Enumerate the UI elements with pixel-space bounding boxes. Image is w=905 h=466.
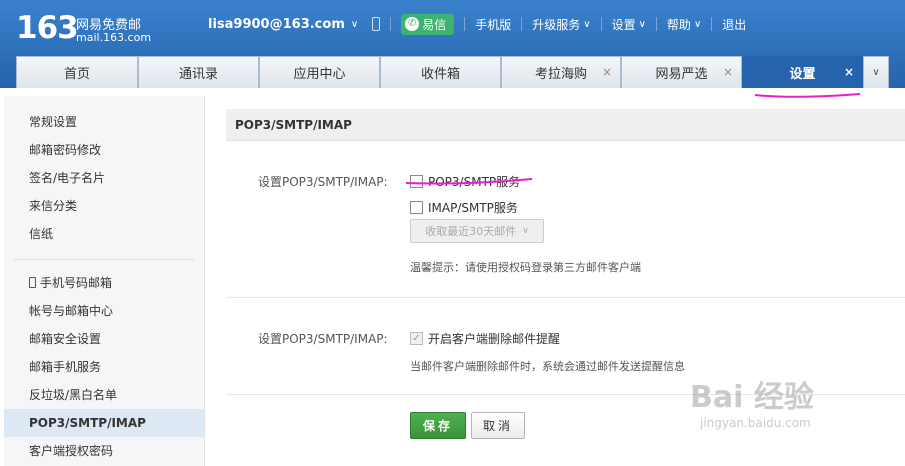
baidu-jingyan-watermark: Bai 经验 jingyan.baidu.com: [690, 372, 814, 430]
delete-notify-text: 开启客户端删除邮件提醒: [428, 332, 561, 346]
imap-smtp-checkbox[interactable]: [410, 201, 423, 214]
delete-notify-hint: 当邮件客户端删除邮件时，系统会通过邮件发送提醒信息: [410, 360, 685, 373]
sidebar-item-signature[interactable]: 签名/电子名片: [4, 164, 204, 192]
tab-label: 考拉海购: [534, 67, 587, 82]
cancel-button[interactable]: 取消: [471, 412, 525, 439]
imap-smtp-label: IMAP/SMTP服务: [428, 201, 518, 215]
divider: [711, 17, 713, 31]
fetch-range-value: 收取最近30天邮件: [425, 225, 517, 238]
protocol-section: 设置POP3/SMTP/IMAP: POP3/SMTP服务 IMAP/SMTP服…: [226, 141, 905, 298]
help-link[interactable]: 帮助: [667, 16, 691, 33]
sidebar-item-account-center[interactable]: 帐号与邮箱中心: [4, 297, 204, 325]
logout-link[interactable]: 退出: [722, 16, 746, 33]
yixin-button[interactable]: ✆ 易信: [401, 13, 455, 35]
tab-contacts[interactable]: 通讯录: [138, 56, 259, 88]
tab-home[interactable]: 首页: [16, 56, 138, 88]
phone-icon[interactable]: [372, 17, 381, 31]
tab-label: 应用中心: [293, 67, 346, 82]
imap-smtp-option[interactable]: IMAP/SMTP服务: [410, 199, 518, 216]
settings-link[interactable]: 设置: [612, 16, 636, 33]
logo-number: 163: [16, 10, 79, 46]
phone-icon: [29, 277, 36, 288]
tab-yanxuan[interactable]: 网易严选 ×: [621, 56, 742, 88]
chevron-down-icon[interactable]: ∨: [583, 19, 590, 30]
divider: [600, 17, 602, 31]
chevron-down-icon[interactable]: ∨: [351, 19, 358, 30]
tab-settings[interactable]: 设置 ×: [742, 56, 863, 88]
tab-label: 首页: [63, 67, 90, 82]
tab-label: 设置: [789, 67, 816, 82]
tab-more-button[interactable]: ∨: [863, 56, 889, 88]
save-button[interactable]: 保存: [410, 412, 466, 439]
chevron-down-icon: ∨: [522, 226, 529, 236]
sidebar-item-general[interactable]: 常规设置: [4, 108, 204, 136]
watermark-url: jingyan.baidu.com: [700, 416, 811, 430]
sidebar-item-phone-mailbox[interactable]: 手机号码邮箱: [4, 269, 204, 297]
sidebar-item-stationery[interactable]: 信纸: [4, 220, 204, 248]
tab-inbox[interactable]: 收件箱: [380, 56, 501, 88]
tab-label: 收件箱: [420, 67, 460, 82]
sidebar-item-password[interactable]: 邮箱密码修改: [4, 136, 204, 164]
protocol-label: 设置POP3/SMTP/IMAP:: [258, 175, 388, 189]
sidebar-item-security[interactable]: 邮箱安全设置: [4, 325, 204, 353]
close-icon[interactable]: ×: [602, 65, 612, 79]
page-title: POP3/SMTP/IMAP: [226, 109, 905, 141]
divider: [655, 17, 657, 31]
close-icon[interactable]: ×: [844, 65, 854, 79]
watermark-logo: Bai 经验: [690, 380, 814, 415]
tab-app-center[interactable]: 应用中心: [259, 56, 380, 88]
upgrade-link[interactable]: 升级服务: [532, 16, 580, 33]
chevron-down-icon: ∨: [872, 67, 880, 78]
tab-label: 通讯录: [178, 67, 218, 82]
sidebar-divider: [14, 259, 194, 260]
user-email[interactable]: lisa9900@163.com: [208, 17, 345, 32]
sidebar-item-label: 手机号码邮箱: [40, 276, 113, 290]
sidebar-item-pop3-smtp-imap[interactable]: POP3/SMTP/IMAP: [4, 409, 204, 437]
header: 163 网易免费邮 mail.163.com lisa9900@163.com …: [0, 0, 905, 88]
yixin-label: 易信: [422, 17, 447, 32]
logo-domain: mail.163.com: [76, 31, 152, 44]
tab-label: 网易严选: [655, 67, 708, 82]
fetch-range-select[interactable]: 收取最近30天邮件 ∨: [410, 219, 544, 243]
top-nav: lisa9900@163.com ∨ ✆ 易信 手机版 升级服务 ∨ 设置 ∨ …: [208, 13, 746, 35]
divider: [521, 17, 523, 31]
delete-notify-checkbox[interactable]: ✓: [410, 332, 423, 345]
sidebar-item-filters[interactable]: 来信分类: [4, 192, 204, 220]
delete-notify-option[interactable]: ✓ 开启客户端删除邮件提醒: [410, 330, 560, 347]
chevron-down-icon[interactable]: ∨: [694, 19, 701, 30]
yixin-icon: ✆: [405, 17, 420, 31]
tab-kaola[interactable]: 考拉海购 ×: [501, 56, 621, 88]
tab-bar: 首页 通讯录 应用中心 收件箱 考拉海购 × 网易严选 × 设置 × ∨: [16, 56, 889, 88]
divider: [464, 17, 466, 31]
sidebar-item-mobile-service[interactable]: 邮箱手机服务: [4, 353, 204, 381]
pink-underline-annotation: [754, 93, 861, 98]
divider: [390, 17, 392, 31]
mobile-link[interactable]: 手机版: [475, 16, 511, 33]
auth-code-hint: 温馨提示：请使用授权码登录第三方邮件客户端: [410, 261, 641, 274]
pink-underline-annotation: [405, 178, 533, 185]
sidebar-item-antispam[interactable]: 反垃圾/黑白名单: [4, 381, 204, 409]
delete-notify-label: 设置POP3/SMTP/IMAP:: [258, 332, 388, 346]
chevron-down-icon[interactable]: ∨: [639, 19, 646, 30]
sidebar-item-client-auth-code[interactable]: 客户端授权密码: [4, 437, 204, 465]
settings-sidebar: 常规设置 邮箱密码修改 签名/电子名片 来信分类 信纸 手机号码邮箱 帐号与邮箱…: [4, 96, 205, 466]
close-icon[interactable]: ×: [723, 65, 733, 79]
